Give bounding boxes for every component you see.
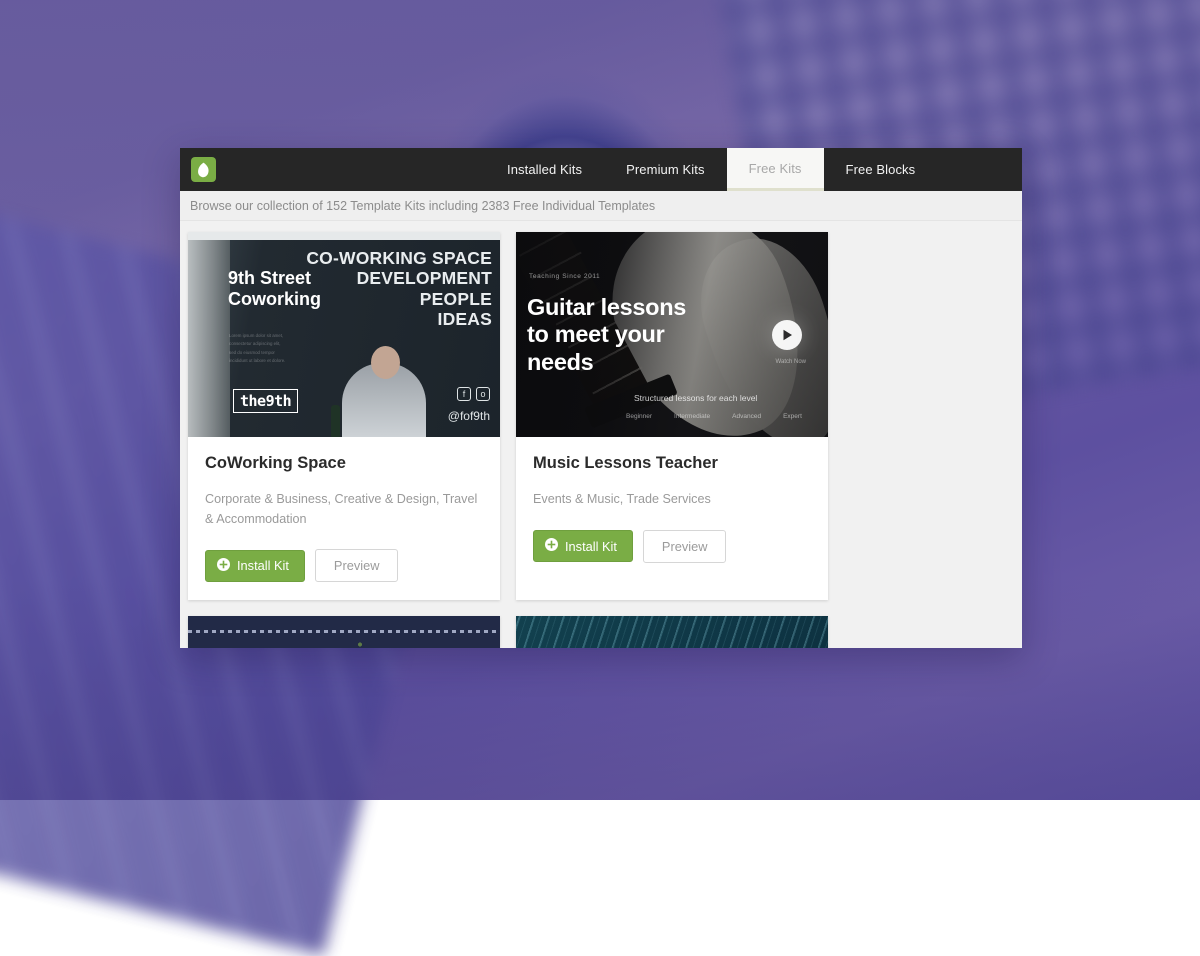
bottle-shape: [331, 405, 340, 437]
collection-summary-text: Browse our collection of 152 Template Ki…: [190, 199, 655, 213]
kit-grid: 9th Street Coworking Lorem ipsum dolor s…: [180, 221, 1022, 648]
tab-premium-kits[interactable]: Premium Kits: [604, 148, 727, 191]
thumb-subheadline: Structured lessons for each level: [634, 393, 757, 403]
kit-thumbnail-coworking[interactable]: 9th Street Coworking Lorem ipsum dolor s…: [188, 232, 500, 437]
thumb-right-line-3: PEOPLE: [306, 289, 492, 309]
install-kit-button[interactable]: Install Kit: [205, 550, 305, 582]
preview-label: Preview: [662, 539, 708, 554]
tab-installed-kits[interactable]: Installed Kits: [485, 148, 604, 191]
thumb-right-line-1: CO-WORKING SPACE: [306, 248, 492, 268]
thumb-left-body: Lorem ipsum dolor sit amet, consectetur …: [229, 332, 287, 365]
kit-card-body: CoWorking Space Corporate & Business, Cr…: [188, 437, 500, 600]
tab-label: Free Blocks: [846, 162, 916, 177]
thumb-right-line-4: IDEAS: [306, 309, 492, 329]
install-kit-button[interactable]: Install Kit: [533, 530, 633, 562]
play-circle-icon[interactable]: [772, 320, 802, 350]
install-kit-label: Install Kit: [237, 558, 289, 573]
thumb-right-line-2: DEVELOPMENT: [306, 268, 492, 288]
social-icons: f o: [457, 387, 490, 401]
tab-free-blocks[interactable]: Free Blocks: [824, 148, 938, 191]
tab-label: Free Kits: [749, 161, 802, 176]
thumb-brand-badge: the9th: [233, 389, 298, 413]
plus-circle-icon: [217, 558, 230, 574]
kit-card[interactable]: [516, 616, 828, 648]
kit-categories: Events & Music, Trade Services: [533, 490, 811, 510]
thumb-headline-line-2: to meet your: [527, 321, 686, 348]
social-handle: @fof9th: [448, 409, 490, 423]
kit-card[interactable]: 9th Street Coworking Lorem ipsum dolor s…: [188, 232, 500, 600]
tab-free-kits[interactable]: Free Kits: [727, 148, 824, 191]
facebook-icon: f: [457, 387, 471, 401]
kit-title: CoWorking Space: [205, 454, 483, 473]
preview-button[interactable]: Preview: [643, 530, 727, 563]
collection-summary-bar: Browse our collection of 152 Template Ki…: [180, 191, 1022, 221]
tab-label: Installed Kits: [507, 162, 582, 177]
main-tabs: Installed Kits Premium Kits Free Kits Fr…: [485, 148, 937, 191]
kit-actions: Install Kit Preview: [533, 530, 811, 563]
leaf-logo-icon: [191, 157, 216, 182]
plus-circle-icon: [545, 538, 558, 554]
level-expert: Expert: [783, 413, 802, 420]
app-header: Installed Kits Premium Kits Free Kits Fr…: [180, 148, 1022, 191]
preview-button[interactable]: Preview: [315, 549, 399, 582]
thumb-headline-line-1: Guitar lessons: [527, 294, 686, 321]
dashed-divider: [188, 630, 500, 633]
logo-container[interactable]: [180, 148, 220, 191]
person-head-shape: [371, 346, 400, 379]
level-beginner: Beginner: [626, 413, 652, 420]
kit-categories: Corporate & Business, Creative & Design,…: [205, 490, 483, 529]
preview-label: Preview: [334, 558, 380, 573]
thumb-headline-line-3: needs: [527, 349, 686, 376]
kit-card[interactable]: Teaching Since 2011 Guitar lessons to me…: [516, 232, 828, 600]
thumb-headline: Guitar lessons to meet your needs: [527, 294, 686, 376]
template-kits-window: Installed Kits Premium Kits Free Kits Fr…: [180, 148, 1022, 648]
kit-actions: Install Kit Preview: [205, 549, 483, 582]
instagram-icon: o: [476, 387, 490, 401]
tab-label: Premium Kits: [626, 162, 705, 177]
kit-thumbnail-guitar[interactable]: Teaching Since 2011 Guitar lessons to me…: [516, 232, 828, 437]
thumb-eyebrow: Teaching Since 2011: [529, 273, 600, 280]
level-intermediate: Intermediate: [674, 413, 710, 420]
kit-title: Music Lessons Teacher: [533, 454, 811, 473]
level-advanced: Advanced: [732, 413, 761, 420]
kit-card[interactable]: Mediterranean Restaurant Corporate & Bus…: [188, 616, 500, 648]
window-frame-left: [188, 240, 230, 437]
seed-scatter-shape: [338, 641, 378, 648]
kit-thumbnail-code[interactable]: [516, 616, 828, 648]
thumb-right-headlines: CO-WORKING SPACE DEVELOPMENT PEOPLE IDEA…: [306, 248, 492, 329]
install-kit-label: Install Kit: [565, 539, 617, 554]
kit-thumbnail-restaurant[interactable]: [188, 616, 500, 648]
thumb-level-list: Beginner Intermediate Advanced Expert: [626, 413, 802, 420]
watch-now-label: Watch Now: [776, 359, 806, 365]
kit-card-body: Music Lessons Teacher Events & Music, Tr…: [516, 437, 828, 581]
